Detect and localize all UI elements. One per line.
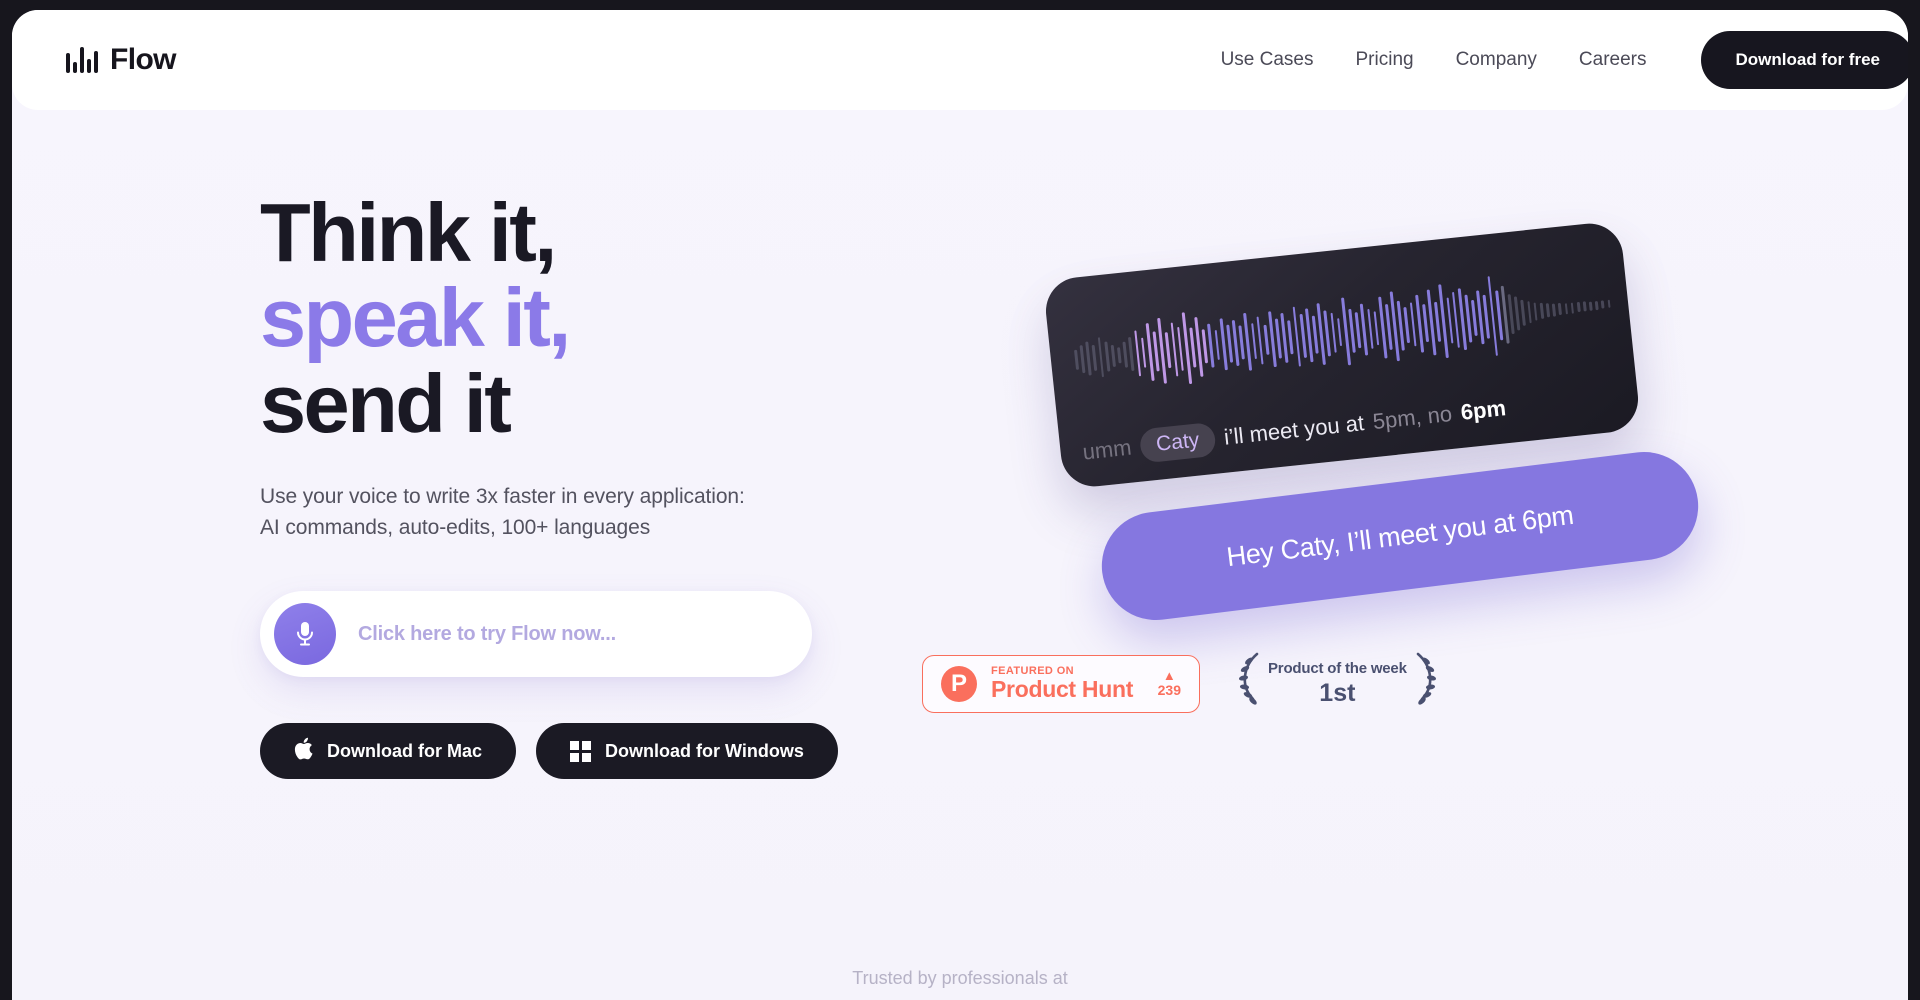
download-for-free-button[interactable]: Download for free	[1701, 31, 1908, 89]
hero-content: Think it, speak it, send it Use your voi…	[260, 186, 900, 780]
download-buttons: Download for Mac Download for Windows	[260, 723, 900, 780]
nav-item-careers[interactable]: Careers	[1558, 49, 1668, 71]
nav-item-company[interactable]: Company	[1435, 49, 1558, 71]
product-hunt-vote-count: 239	[1157, 682, 1181, 698]
subhead-line-2: AI commands, auto-edits, 100+ languages	[260, 515, 651, 539]
award-title: Product of the week	[1268, 659, 1407, 677]
site-header: Flow Use Cases Pricing Company Careers D…	[12, 10, 1908, 110]
windows-icon	[570, 740, 592, 762]
hero-illustration: umm Caty i’ll meet you at 5pm, no 6pm He…	[922, 220, 1772, 780]
brand-logo[interactable]: Flow	[66, 43, 177, 77]
screen: Flow Use Cases Pricing Company Careers D…	[0, 0, 1920, 1000]
main-nav: Use Cases Pricing Company Careers Downlo…	[1200, 25, 1908, 95]
microphone-icon[interactable]	[274, 603, 336, 666]
award-text: Product of the week 1st	[1268, 660, 1407, 708]
trusted-by-label: Trusted by professionals at	[852, 968, 1068, 988]
caption-final: 6pm	[1459, 395, 1508, 425]
caption-corrected: 5pm, no	[1371, 400, 1454, 435]
apple-icon	[294, 737, 313, 765]
caption-name-chip: Caty	[1138, 421, 1217, 464]
download-windows-label: Download for Windows	[605, 740, 804, 761]
hero-subheading: Use your voice to write 3x faster in eve…	[260, 482, 900, 543]
product-hunt-icon: P	[941, 665, 977, 702]
product-hunt-name: Product Hunt	[991, 676, 1134, 703]
nav-item-use-cases[interactable]: Use Cases	[1200, 49, 1335, 71]
award-rank: 1st	[1319, 678, 1356, 707]
landing-page: Flow Use Cases Pricing Company Careers D…	[12, 10, 1908, 1000]
caption-main: i’ll meet you at	[1222, 410, 1366, 450]
product-hunt-votes: ▲ 239	[1158, 669, 1181, 698]
laurel-wreath-icon-right	[1413, 650, 1443, 717]
upvote-triangle-icon: ▲	[1162, 668, 1176, 683]
award-badges: P FEATURED ON Product Hunt ▲ 239 Product…	[922, 650, 1443, 717]
header-cta-wrap: Download for free	[1667, 25, 1908, 95]
download-windows-button[interactable]: Download for Windows	[536, 723, 838, 780]
laurel-wreath-icon	[1232, 650, 1262, 717]
try-flow-placeholder: Click here to try Flow now...	[358, 622, 616, 645]
brand-name: Flow	[110, 43, 177, 76]
headline-line-2: speak it,	[260, 271, 571, 365]
voice-transcription-card: umm Caty i’ll meet you at 5pm, no 6pm	[1042, 220, 1642, 490]
product-of-week-badge: Product of the week 1st	[1232, 650, 1443, 717]
product-hunt-badge[interactable]: P FEATURED ON Product Hunt ▲ 239	[922, 654, 1200, 713]
try-flow-input[interactable]: Click here to try Flow now...	[260, 591, 812, 678]
download-mac-label: Download for Mac	[327, 740, 483, 761]
nav-item-pricing[interactable]: Pricing	[1335, 49, 1435, 71]
caption-filler: umm	[1081, 434, 1133, 465]
headline-line-1: Think it,	[260, 186, 557, 279]
product-hunt-texts: FEATURED ON Product Hunt	[991, 665, 1134, 703]
waveform-icon	[66, 47, 98, 73]
page-title: Think it, speak it, send it	[260, 186, 900, 450]
subhead-line-1: Use your voice to write 3x faster in eve…	[260, 485, 745, 509]
headline-line-3: send it	[260, 356, 512, 450]
audio-waveform	[1070, 256, 1615, 408]
download-mac-button[interactable]: Download for Mac	[260, 723, 517, 780]
